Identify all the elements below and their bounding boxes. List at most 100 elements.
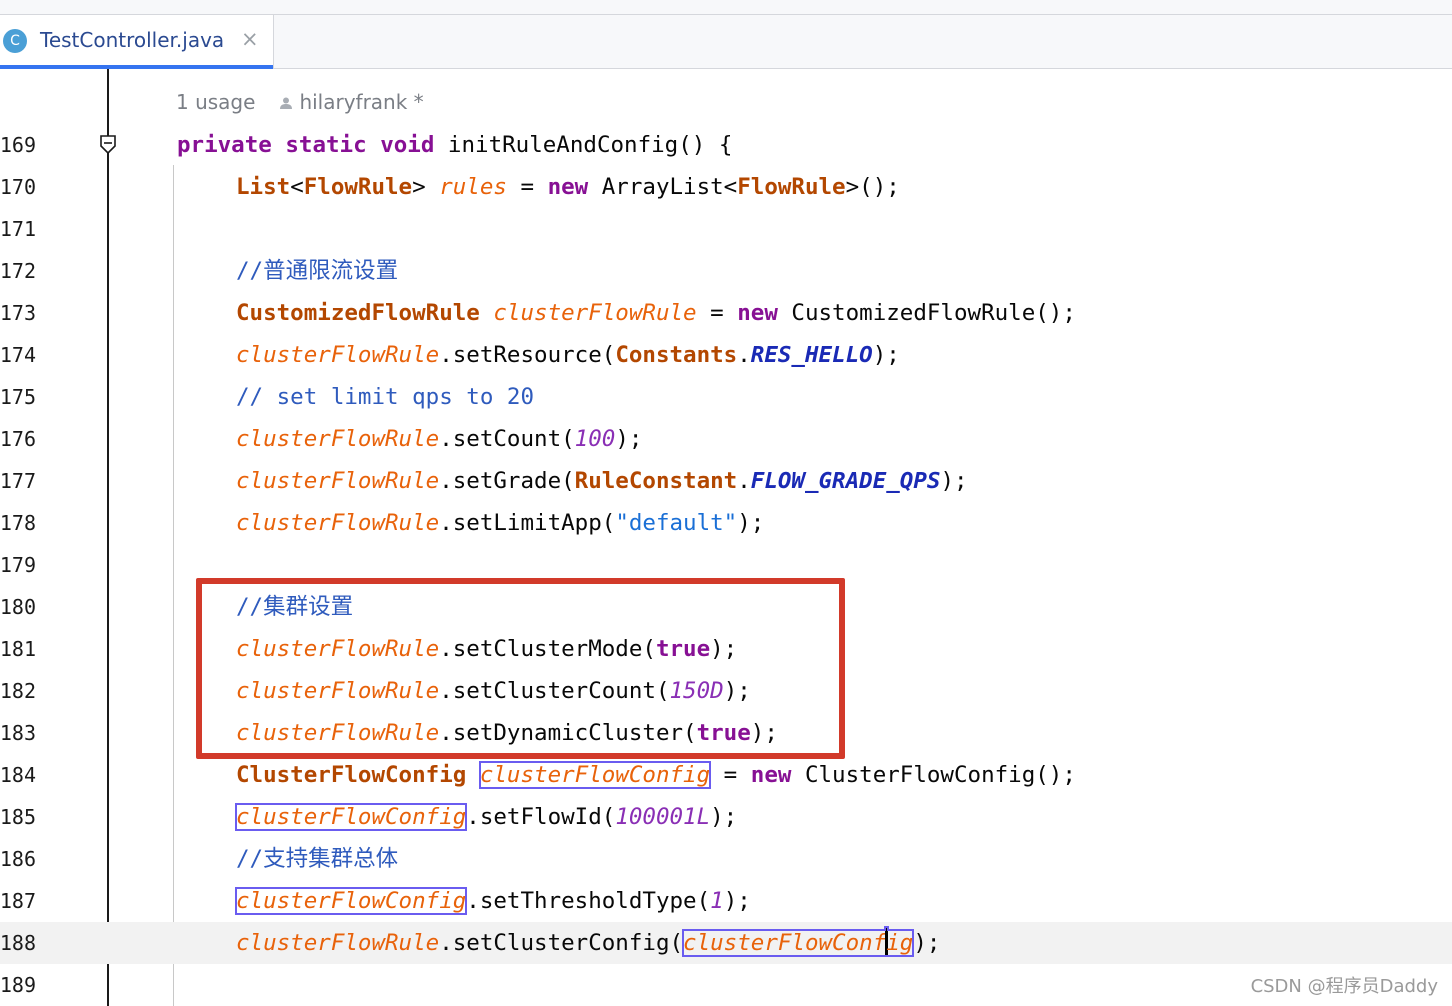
method-call: .setLimitApp( [439, 510, 616, 536]
method-call: .setFlowId( [466, 804, 616, 830]
line-number: 174 [0, 343, 36, 367]
code-text[interactable]: clusterFlowConfig.setThresholdType(1); [234, 880, 751, 922]
comment[interactable]: //普通限流设置 [236, 250, 398, 292]
variable-name: clusterFlowRule [236, 510, 440, 536]
method-call: .setResource( [439, 342, 616, 368]
code-token: CustomizedFlowRule(); [777, 300, 1076, 326]
code-token: ); [872, 342, 900, 368]
code-line[interactable]: 171 [0, 208, 1452, 250]
java-class-icon: C [3, 29, 27, 53]
variable-name: clusterFlowRule [236, 930, 440, 956]
code-line[interactable]: 176 clusterFlowRule.setCount(100); [0, 418, 1452, 460]
code-text[interactable]: ClusterFlowConfig clusterFlowConfig = ne… [236, 754, 1076, 796]
user-icon [280, 97, 293, 109]
line-number: 180 [0, 595, 36, 619]
code-token: = [506, 174, 548, 200]
constant-name: RES_HELLO [750, 342, 873, 368]
comment[interactable]: //支持集群总体 [236, 838, 398, 880]
type-name: FlowRule [303, 174, 413, 200]
code-token: . [737, 342, 751, 368]
code-vision-hint[interactable]: 1 usage hilaryfrank * [176, 90, 424, 114]
code-token: ); [737, 510, 765, 536]
code-line[interactable]: 184 ClusterFlowConfig clusterFlowConfig … [0, 754, 1452, 796]
variable-name-part: clusterFlowConf [683, 930, 887, 956]
line-number: 187 [0, 889, 36, 913]
variable-name: clusterFlowRule [236, 342, 440, 368]
method-call: .setThresholdType( [466, 888, 711, 914]
variable-name: clusterFlowRule [493, 300, 697, 326]
line-number: 177 [0, 469, 36, 493]
line-number: 169 [0, 133, 36, 157]
variable-usage-highlight: clusterFlowConfig [234, 887, 468, 915]
code-line-current[interactable]: 188 clusterFlowRule.setClusterConfig(clu… [0, 922, 1452, 964]
author-hint[interactable]: hilaryfrank * [299, 90, 423, 114]
tab-title: TestController.java [40, 28, 225, 52]
code-line[interactable]: 173 CustomizedFlowRule clusterFlowRule =… [0, 292, 1452, 334]
code-line[interactable]: 170 List<FlowRule> rules = new ArrayList… [0, 166, 1452, 208]
variable-name: rules [439, 174, 507, 200]
code-text[interactable]: private static void initRuleAndConfig() … [177, 124, 732, 166]
line-number: 175 [0, 385, 36, 409]
code-line[interactable]: 172 //普通限流设置 [0, 250, 1452, 292]
code-token: ); [723, 888, 751, 914]
code-token: . [737, 468, 751, 494]
code-token: > [412, 174, 440, 200]
code-token: = [696, 300, 738, 326]
variable-name: clusterFlowRule [236, 426, 440, 452]
line-number: 185 [0, 805, 36, 829]
line-number: 184 [0, 763, 36, 787]
line-number: 173 [0, 301, 36, 325]
method-call: .setCount( [439, 426, 575, 452]
line-number: 170 [0, 175, 36, 199]
type-name: CustomizedFlowRule [236, 300, 480, 326]
code-token: ); [710, 804, 738, 830]
code-line[interactable]: 177 clusterFlowRule.setGrade(RuleConstan… [0, 460, 1452, 502]
keyword-void: void [380, 132, 435, 158]
line-number: 171 [0, 217, 36, 241]
usages-hint[interactable]: 1 usage [176, 90, 255, 114]
code-token: = [710, 762, 751, 788]
code-line[interactable]: 185 clusterFlowConfig.setFlowId(100001L)… [0, 796, 1452, 838]
keyword-new: new [547, 174, 589, 200]
code-text[interactable]: clusterFlowRule.setCount(100); [236, 418, 642, 460]
watermark: CSDN @程序员Daddy [1250, 976, 1438, 997]
type-name: RuleConstant [574, 468, 738, 494]
code-text[interactable]: clusterFlowRule.setClusterConfig(cluster… [236, 922, 940, 964]
variable-name: clusterFlowRule [236, 468, 440, 494]
line-number: 189 [0, 973, 36, 997]
code-token: ); [615, 426, 643, 452]
active-tab-indicator [0, 65, 273, 69]
constant-name: FLOW_GRADE_QPS [750, 468, 941, 494]
variable-usage-highlight: clusterFlowConfig [478, 761, 712, 789]
code-text[interactable]: clusterFlowConfig.setFlowId(100001L); [234, 796, 738, 838]
code-line[interactable]: 186 //支持集群总体 [0, 838, 1452, 880]
line-number: 181 [0, 637, 36, 661]
keyword-static: static [285, 132, 367, 158]
code-line[interactable]: 187 clusterFlowConfig.setThresholdType(1… [0, 880, 1452, 922]
line-number: 186 [0, 847, 36, 871]
number-literal: 100001L [615, 804, 711, 830]
code-line[interactable]: 178 clusterFlowRule.setLimitApp("default… [0, 502, 1452, 544]
code-line[interactable]: 169 private static void initRuleAndConfi… [0, 124, 1452, 166]
line-number: 178 [0, 511, 36, 535]
variable-usage-highlight: clusterFlowConfig [682, 927, 915, 957]
number-literal: 1 [710, 888, 724, 914]
line-number: 183 [0, 721, 36, 745]
variable-name-part: ig [886, 930, 914, 956]
code-text[interactable]: CustomizedFlowRule clusterFlowRule = new… [236, 292, 1076, 334]
code-text[interactable]: clusterFlowRule.setGrade(RuleConstant.FL… [236, 460, 968, 502]
code-line[interactable]: 189 [0, 964, 1452, 1006]
code-line[interactable]: 175 // set limit qps to 20 [0, 376, 1452, 418]
code-text[interactable]: clusterFlowRule.setResource(Constants.RE… [236, 334, 900, 376]
type-name: Constants [615, 342, 738, 368]
comment[interactable]: // set limit qps to 20 [236, 376, 534, 418]
method-call: .setGrade( [439, 468, 575, 494]
code-text[interactable]: List<FlowRule> rules = new ArrayList<Flo… [236, 166, 900, 208]
tab-testcontroller-java[interactable]: C TestController.java × [0, 15, 274, 69]
close-icon[interactable]: × [241, 27, 259, 51]
code-line[interactable]: 174 clusterFlowRule.setResource(Constant… [0, 334, 1452, 376]
code-text[interactable]: clusterFlowRule.setLimitApp("default"); [236, 502, 764, 544]
line-number: 188 [0, 931, 36, 955]
code-token: ClusterFlowConfig(); [791, 762, 1076, 788]
number-literal: 100 [574, 426, 616, 452]
